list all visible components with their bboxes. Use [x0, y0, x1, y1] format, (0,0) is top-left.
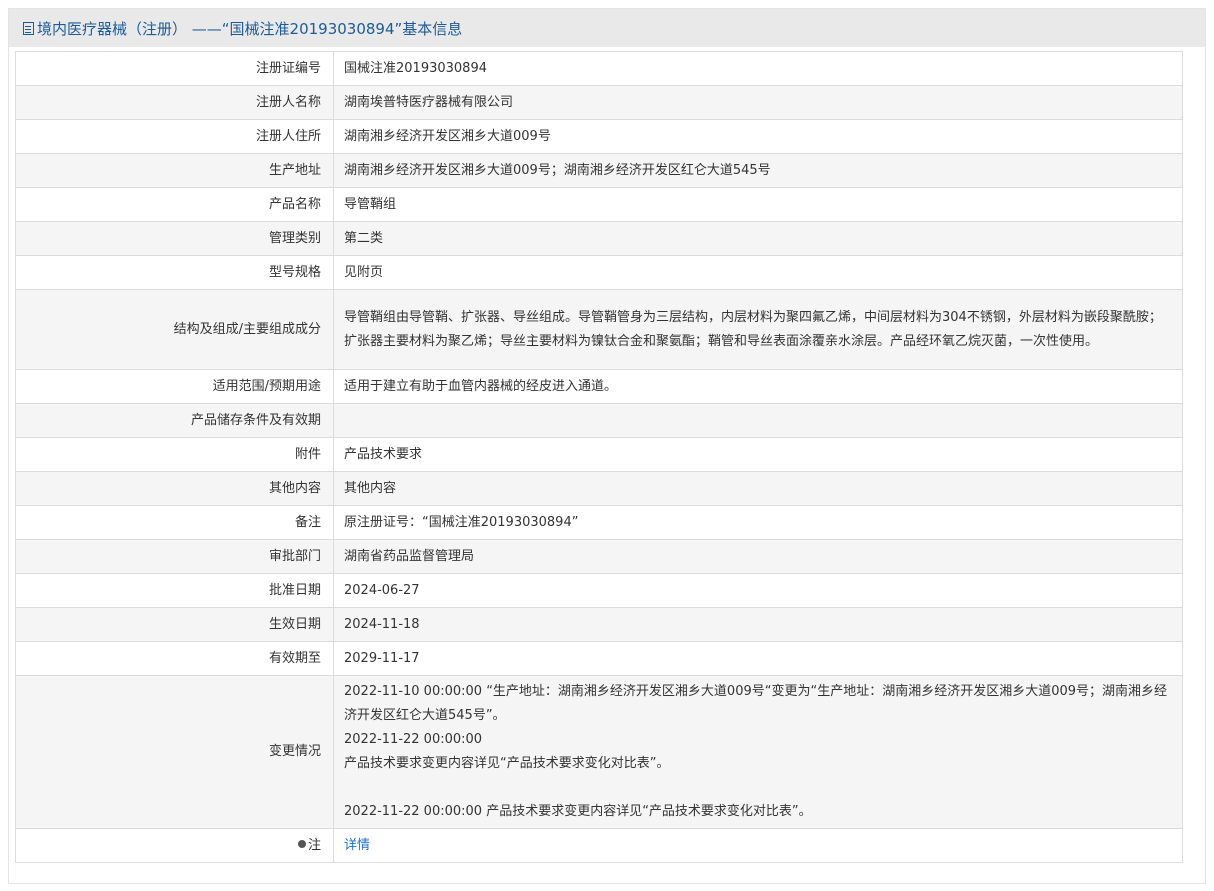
row-label-storage: 产品储存条件及有效期 — [15, 403, 334, 438]
row-label-remarks: 备注 — [15, 505, 334, 540]
row-label-management-class: 管理类别 — [15, 221, 334, 256]
row-label-structure: 结构及组成/主要组成成分 — [15, 289, 334, 370]
table-row: 结构及组成/主要组成成分 导管鞘组由导管鞘、扩张器、导丝组成。导管鞘管身为三层结… — [15, 289, 1183, 370]
row-label-registrant-address: 注册人住所 — [15, 119, 334, 154]
row-label-note: 注 — [15, 828, 334, 863]
table-row: 批准日期 2024-06-27 — [15, 573, 1183, 608]
row-value-registrant-name: 湖南埃普特医疗器械有限公司 — [333, 85, 1183, 120]
row-value-approval-date: 2024-06-27 — [333, 573, 1183, 608]
table-row: 备注 原注册证号：“国械注准20193030894” — [15, 505, 1183, 540]
row-value-structure: 导管鞘组由导管鞘、扩张器、导丝组成。导管鞘管身为三层结构，内层材料为聚四氟乙烯，… — [333, 289, 1183, 370]
table-row: 注 详情 — [15, 828, 1183, 863]
table-row: 生产地址 湖南湘乡经济开发区湘乡大道009号；湖南湘乡经济开发区红仑大道545号 — [15, 153, 1183, 188]
row-value-management-class: 第二类 — [333, 221, 1183, 256]
change-entry-1: 2022-11-10 00:00:00 “生产地址：湖南湘乡经济开发区湘乡大道0… — [344, 684, 1168, 723]
row-value-other: 其他内容 — [333, 471, 1183, 506]
row-label-registration-no: 注册证编号 — [15, 51, 334, 86]
table-row: 变更情况 2022-11-10 00:00:00 “生产地址：湖南湘乡经济开发区… — [15, 675, 1183, 829]
row-value-attachment: 产品技术要求 — [333, 437, 1183, 472]
row-value-storage — [333, 403, 1183, 438]
row-label-product-name: 产品名称 — [15, 187, 334, 222]
row-value-effective-date: 2024-11-18 — [333, 607, 1183, 642]
row-label-production-address: 生产地址 — [15, 153, 334, 188]
row-label-approval-dept: 审批部门 — [15, 539, 334, 574]
row-value-production-address: 湖南湘乡经济开发区湘乡大道009号；湖南湘乡经济开发区红仑大道545号 — [333, 153, 1183, 188]
document-icon — [23, 21, 34, 35]
row-value-registrant-address: 湖南湘乡经济开发区湘乡大道009号 — [333, 119, 1183, 154]
table-row: 审批部门 湖南省药品监督管理局 — [15, 539, 1183, 574]
row-label-registrant-name: 注册人名称 — [15, 85, 334, 120]
table-row: 生效日期 2024-11-18 — [15, 607, 1183, 642]
change-entry-3: 2022-11-22 00:00:00 产品技术要求变更内容详见“产品技术要求变… — [344, 804, 812, 819]
table-row: 附件 产品技术要求 — [15, 437, 1183, 472]
row-label-intended-use: 适用范围/预期用途 — [15, 369, 334, 404]
row-value-approval-dept: 湖南省药品监督管理局 — [333, 539, 1183, 574]
row-label-expiry-date: 有效期至 — [15, 641, 334, 676]
table-row: 注册人名称 湖南埃普特医疗器械有限公司 — [15, 85, 1183, 120]
table-row: 产品名称 导管鞘组 — [15, 187, 1183, 222]
table-row: 其他内容 其他内容 — [15, 471, 1183, 506]
info-table: 注册证编号 国械注准20193030894 注册人名称 湖南埃普特医疗器械有限公… — [15, 51, 1183, 863]
details-link[interactable]: 详情 — [344, 838, 370, 853]
row-value-note: 详情 — [333, 828, 1183, 863]
row-label-other: 其他内容 — [15, 471, 334, 506]
panel-header: 境内医疗器械（注册） ——“国械注准20193030894”基本信息 — [9, 9, 1205, 47]
row-value-intended-use: 适用于建立有助于血管内器械的经皮进入通道。 — [333, 369, 1183, 404]
row-value-product-name: 导管鞘组 — [333, 187, 1183, 222]
row-label-effective-date: 生效日期 — [15, 607, 334, 642]
row-label-model-spec: 型号规格 — [15, 255, 334, 290]
change-entry-2-text: 产品技术要求变更内容详见“产品技术要求变化对比表”。 — [344, 756, 670, 771]
page-title: 境内医疗器械（注册） ——“国械注准20193030894”基本信息 — [37, 19, 463, 38]
row-value-registration-no: 国械注准20193030894 — [333, 51, 1183, 86]
row-label-attachment: 附件 — [15, 437, 334, 472]
row-label-change-history: 变更情况 — [15, 675, 334, 829]
table-row: 适用范围/预期用途 适用于建立有助于血管内器械的经皮进入通道。 — [15, 369, 1183, 404]
table-row: 注册证编号 国械注准20193030894 — [15, 51, 1183, 86]
table-row: 管理类别 第二类 — [15, 221, 1183, 256]
row-value-model-spec: 见附页 — [333, 255, 1183, 290]
note-label: 注 — [307, 837, 321, 853]
row-label-approval-date: 批准日期 — [15, 573, 334, 608]
change-entry-2-date: 2022-11-22 00:00:00 — [344, 732, 483, 747]
bulb-icon — [297, 839, 306, 848]
table-row: 产品储存条件及有效期 — [15, 403, 1183, 438]
row-value-change-history: 2022-11-10 00:00:00 “生产地址：湖南湘乡经济开发区湘乡大道0… — [333, 675, 1183, 829]
table-row: 有效期至 2029-11-17 — [15, 641, 1183, 676]
change-spacer — [344, 776, 1172, 800]
row-value-expiry-date: 2029-11-17 — [333, 641, 1183, 676]
table-row: 型号规格 见附页 — [15, 255, 1183, 290]
row-value-remarks: 原注册证号：“国械注准20193030894” — [333, 505, 1183, 540]
table-row: 注册人住所 湖南湘乡经济开发区湘乡大道009号 — [15, 119, 1183, 154]
